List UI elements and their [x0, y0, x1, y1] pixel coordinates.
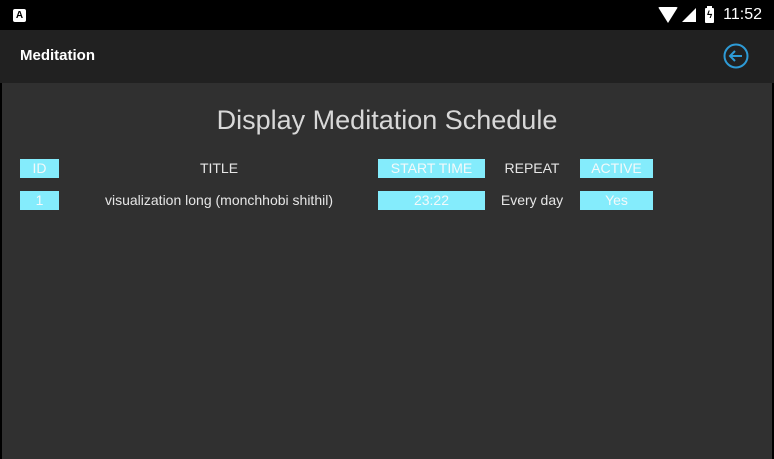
header-repeat: REPEAT — [504, 160, 560, 176]
app-title: Meditation — [20, 47, 95, 64]
header-active: ACTIVE — [580, 159, 653, 178]
header-start-time: START TIME — [378, 159, 485, 178]
app-bar: Meditation — [0, 30, 774, 83]
row-active[interactable]: Yes — [580, 191, 653, 210]
schedule-content: Display Meditation Schedule ID TITLE STA… — [2, 83, 772, 459]
clock: 11:52 — [723, 6, 762, 23]
wifi-icon — [658, 7, 679, 23]
back-arrow-icon[interactable] — [723, 43, 749, 69]
header-id: ID — [20, 159, 59, 178]
signal-icon — [682, 8, 697, 22]
notification-icon: A — [13, 9, 26, 22]
row-start-time[interactable]: 23:22 — [378, 191, 485, 210]
header-title: TITLE — [199, 160, 239, 176]
status-icons: ϟ 11:52 — [658, 5, 762, 25]
row-repeat[interactable]: Every day — [490, 191, 574, 210]
row-id[interactable]: 1 — [20, 191, 59, 210]
page-title: Display Meditation Schedule — [216, 105, 558, 135]
battery-charging-icon: ϟ — [705, 5, 715, 23]
status-bar: A ϟ 11:52 — [0, 0, 774, 30]
row-title[interactable]: visualization long (monchhobi shithil) — [68, 191, 370, 210]
